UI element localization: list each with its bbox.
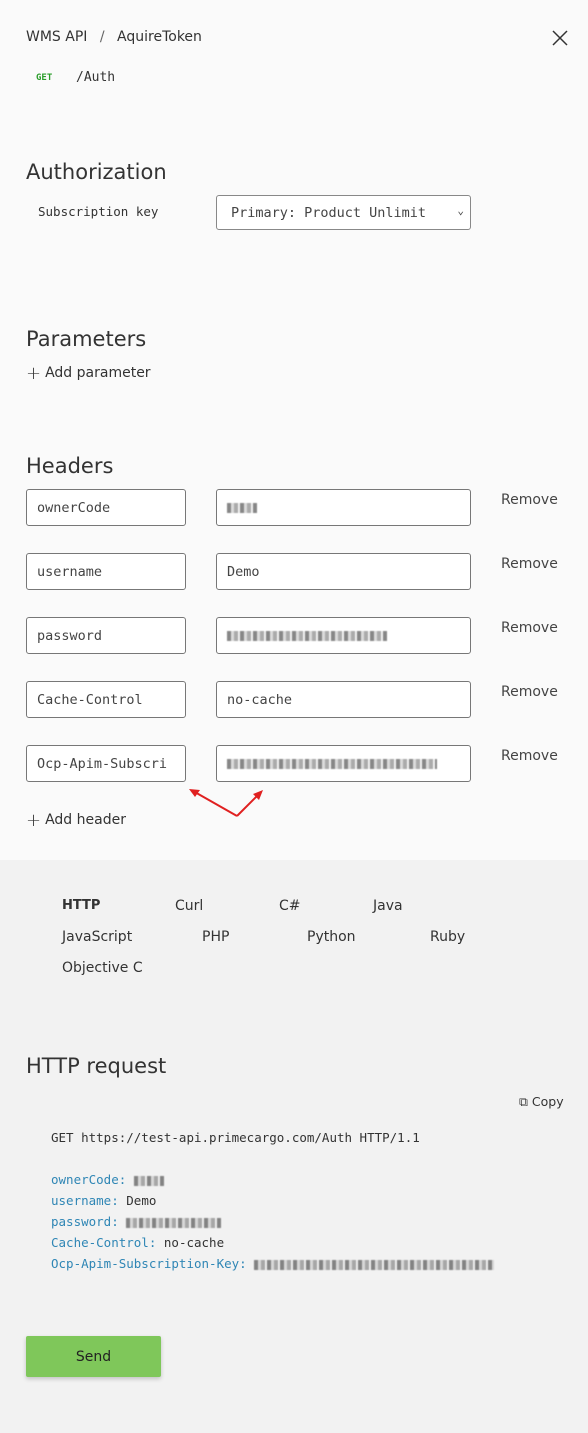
request-line: GET https://test-api.primecargo.com/Auth… <box>51 1130 420 1145</box>
header-name-input[interactable]: username <box>26 553 186 590</box>
language-tab[interactable]: Curl <box>175 898 203 914</box>
language-tab[interactable]: Java <box>373 898 403 914</box>
breadcrumb-separator: / <box>99 29 105 45</box>
language-tab[interactable]: C# <box>279 898 301 914</box>
language-tab[interactable]: JavaScript <box>62 929 132 945</box>
header-name-input[interactable]: password <box>26 617 186 654</box>
plus-icon: + <box>26 810 42 831</box>
breadcrumb-operation: AquireToken <box>117 29 202 45</box>
header-value: no-cache <box>163 1235 225 1250</box>
language-tab[interactable]: Python <box>307 929 356 945</box>
request-header-line: Ocp-Apim-Subscription-Key: <box>51 1253 495 1274</box>
endpoint-path: /Auth <box>76 70 116 85</box>
authorization-title: Authorization <box>26 160 167 184</box>
remove-header-button[interactable]: Remove <box>501 748 558 764</box>
header-value-input[interactable] <box>216 745 471 782</box>
header-key: Cache-Control: <box>51 1235 157 1250</box>
header-name-input[interactable]: ownerCode <box>26 489 186 526</box>
redacted-value <box>133 1175 164 1186</box>
header-key: ownerCode: <box>51 1172 127 1187</box>
headers-title: Headers <box>26 454 114 478</box>
breadcrumb: WMS API / AquireToken <box>26 29 202 45</box>
language-tab[interactable]: HTTP <box>62 898 100 913</box>
header-name-input[interactable]: Ocp-Apim-Subscri <box>26 745 186 782</box>
header-value-input[interactable]: Demo <box>216 553 471 590</box>
add-parameter-label: Add parameter <box>45 365 151 381</box>
breadcrumb-api[interactable]: WMS API <box>26 29 87 45</box>
http-request-title: HTTP request <box>26 1054 167 1078</box>
copy-icon: ⧉ <box>519 1094 528 1109</box>
header-value-input[interactable]: no-cache <box>216 681 471 718</box>
add-header-button[interactable]: + Add header <box>26 810 126 831</box>
subscription-key-label: Subscription key <box>38 204 159 219</box>
request-header-line: Cache-Control: no-cache <box>51 1232 494 1253</box>
close-icon[interactable] <box>550 28 570 48</box>
remove-header-button[interactable]: Remove <box>501 492 558 508</box>
parameters-title: Parameters <box>26 327 147 351</box>
request-header-line: username: Demo <box>51 1190 494 1211</box>
header-name-input[interactable]: Cache-Control <box>26 681 186 718</box>
header-key: username: <box>51 1193 119 1208</box>
add-header-label: Add header <box>45 812 126 828</box>
redacted-value <box>126 1217 222 1228</box>
remove-header-button[interactable]: Remove <box>501 556 558 572</box>
remove-header-button[interactable]: Remove <box>501 620 558 636</box>
request-header-line: ownerCode: <box>51 1169 494 1190</box>
header-value: no-cache <box>227 692 293 708</box>
header-value-input[interactable] <box>216 489 471 526</box>
annotation-arrows <box>189 789 263 817</box>
request-form-panel <box>0 0 588 860</box>
header-key: Ocp-Apim-Subscription-Key: <box>51 1256 247 1271</box>
header-value-input[interactable] <box>216 617 471 654</box>
redacted-value <box>227 503 257 513</box>
method-badge: GET <box>36 73 53 83</box>
redacted-value <box>227 759 437 769</box>
plus-icon: + <box>26 363 42 384</box>
language-tab[interactable]: Ruby <box>430 929 465 945</box>
subscription-key-select[interactable]: Primary: Product Unlimit ⌄ <box>216 195 471 230</box>
language-tab[interactable]: Objective C <box>62 960 143 976</box>
redacted-value <box>227 631 387 641</box>
header-value: Demo <box>126 1193 157 1208</box>
copy-button[interactable]: ⧉ Copy <box>519 1094 564 1110</box>
request-header-line: password: <box>51 1211 494 1232</box>
selected-value: Primary: Product Unlimit <box>231 205 427 221</box>
send-button[interactable]: Send <box>26 1336 161 1377</box>
header-value: Demo <box>227 564 260 580</box>
header-key: password: <box>51 1214 119 1229</box>
request-headers: ownerCode: username: Demo password: Cache… <box>51 1169 495 1274</box>
copy-label: Copy <box>531 1094 564 1109</box>
remove-header-button[interactable]: Remove <box>501 684 558 700</box>
redacted-value <box>254 1259 495 1270</box>
chevron-down-icon: ⌄ <box>457 204 464 217</box>
add-parameter-button[interactable]: + Add parameter <box>26 363 151 384</box>
language-tab[interactable]: PHP <box>202 929 229 945</box>
